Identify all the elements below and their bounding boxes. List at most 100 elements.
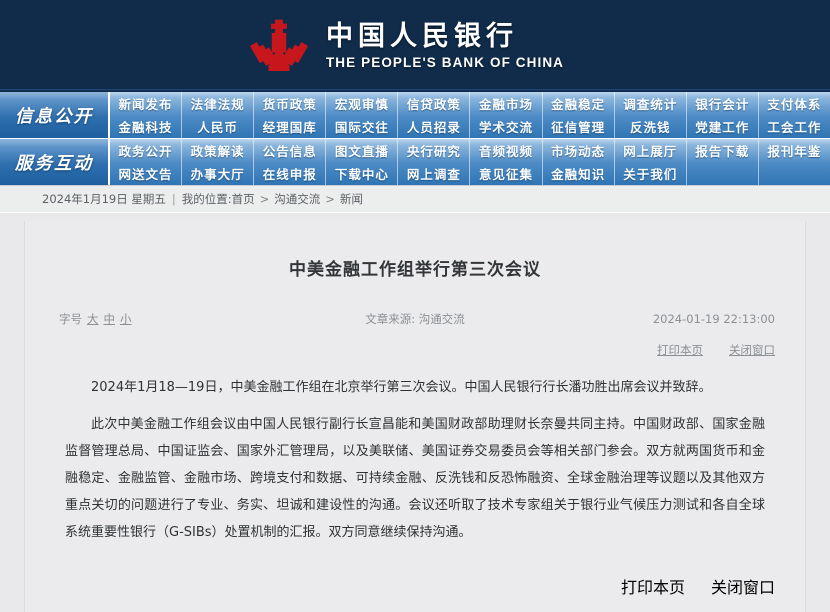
nav-item-financial-market[interactable]: 金融市场: [470, 92, 541, 115]
nav-item-central-bank-research[interactable]: 央行研究: [398, 139, 469, 162]
page-root: 中国人民银行 THE PEOPLE'S BANK OF CHINA 信息公开 新…: [0, 0, 830, 612]
nav-item-treasury-management[interactable]: 经理国库: [254, 115, 325, 138]
site-header: 中国人民银行 THE PEOPLE'S BANK OF CHINA: [0, 0, 830, 92]
nav-item-about-us[interactable]: 关于我们: [615, 162, 686, 185]
pbc-emblem-icon: [249, 19, 308, 72]
nav-item-party-building[interactable]: 党建工作: [687, 115, 758, 138]
nav-item-audio-video[interactable]: 音频视频: [470, 139, 541, 162]
article-source-value: 沟通交流: [418, 312, 465, 326]
nav-item-service-hall[interactable]: 办事大厅: [182, 162, 253, 185]
nav-item-monetary-policy[interactable]: 货币政策: [254, 92, 325, 115]
breadcrumb-divider: |: [171, 192, 176, 206]
nav-item-union-work[interactable]: 工会工作: [759, 115, 830, 138]
nav-item-online-declaration[interactable]: 在线申报: [254, 162, 325, 185]
breadcrumb-date: 2024年1月19日 星期五: [42, 192, 166, 206]
nav-column: 政策解读 办事大厅: [182, 139, 255, 185]
nav-column: 银行会计 党建工作: [687, 92, 759, 138]
article-paragraph: 2024年1月18—19日，中美金融工作组在北京举行第三次会议。中国人民银行行长…: [91, 380, 712, 395]
close-window-link-top[interactable]: 关闭窗口: [729, 342, 775, 358]
article-panel: 中美金融工作组举行第三次会议 字号 大 中 小 文章来源: 沟通交流 2024-…: [24, 221, 806, 612]
nav-column: 宏观审慎 国际交往: [326, 92, 399, 138]
site-logo[interactable]: 中国人民银行 THE PEOPLE'S BANK OF CHINA: [246, 17, 564, 75]
close-window-link-bottom[interactable]: 关闭窗口: [711, 574, 775, 598]
nav-item-credit-reference[interactable]: 征信管理: [543, 115, 614, 138]
breadcrumb-item-news[interactable]: 新闻: [340, 191, 363, 207]
nav-item-recruitment[interactable]: 人员招录: [398, 115, 469, 138]
nav-column: 图文直播 下载中心: [326, 139, 399, 185]
nav-column: 市场动态 金融知识: [543, 139, 615, 185]
nav-group-title-service-interaction[interactable]: 服务互动: [0, 139, 110, 185]
breadcrumb-item-home[interactable]: 首页: [232, 191, 255, 207]
nav-item-market-dynamics[interactable]: 市场动态: [543, 139, 614, 162]
nav-item-announcements[interactable]: 公告信息: [254, 139, 325, 162]
nav-group-service-interaction: 服务互动 政务公开 网送文告 政策解读 办事大厅 公告信息 在线申报 图文直播 …: [0, 139, 830, 186]
nav-item-international-exchange[interactable]: 国际交往: [326, 115, 397, 138]
nav-item-online-survey[interactable]: 网上调查: [398, 162, 469, 185]
nav-item-news-release[interactable]: 新闻发布: [110, 92, 181, 115]
article-source: 文章来源: 沟通交流: [43, 311, 787, 327]
nav-item-anti-money-laundering[interactable]: 反洗钱: [615, 115, 686, 138]
breadcrumb: 2024年1月19日 星期五 | 我的位置: 首页 > 沟通交流 > 新闻: [42, 191, 363, 207]
nav-column: 报刊年鉴: [759, 139, 830, 185]
breadcrumb-separator: >: [325, 192, 335, 206]
breadcrumb-item-communication[interactable]: 沟通交流: [274, 191, 320, 207]
article-source-label: 文章来源:: [365, 312, 416, 326]
nav-item-opinion-collection[interactable]: 意见征集: [470, 162, 541, 185]
nav-item-empty: [759, 162, 830, 185]
header-inner: 中国人民银行 THE PEOPLE'S BANK OF CHINA: [0, 0, 830, 92]
nav-item-financial-stability[interactable]: 金融稳定: [543, 92, 614, 115]
print-page-link-bottom[interactable]: 打印本页: [621, 574, 685, 598]
article-meta: 字号 大 中 小 文章来源: 沟通交流 2024-01-19 22:13:00: [43, 306, 787, 332]
nav-item-macroprudential[interactable]: 宏观审慎: [326, 92, 397, 115]
nav-column: 金融稳定 征信管理: [543, 92, 615, 138]
nav-item-policy-interpretation[interactable]: 政策解读: [182, 139, 253, 162]
nav-columns-service-interaction: 政务公开 网送文告 政策解读 办事大厅 公告信息 在线申报 图文直播 下载中心 …: [110, 139, 830, 185]
nav-item-survey-statistics[interactable]: 调查统计: [615, 92, 686, 115]
article-body: 2024年1月18—19日，中美金融工作组在北京举行第三次会议。中国人民银行行长…: [43, 358, 787, 546]
breadcrumb-separator: >: [259, 192, 270, 206]
nav-item-web-documents[interactable]: 网送文告: [110, 162, 181, 185]
nav-column: 政务公开 网送文告: [110, 139, 183, 185]
nav-item-bank-accounting[interactable]: 银行会计: [687, 92, 758, 115]
main-navigation: 信息公开 新闻发布 金融科技 法律法规 人民币 货币政策 经理国库 宏观审慎 国…: [0, 92, 830, 186]
nav-column: 法律法规 人民币: [182, 92, 255, 138]
nav-item-download-center[interactable]: 下载中心: [326, 162, 397, 185]
nav-item-academic-exchange[interactable]: 学术交流: [470, 115, 541, 138]
nav-columns-information-disclosure: 新闻发布 金融科技 法律法规 人民币 货币政策 经理国库 宏观审慎 国际交往 信…: [110, 92, 830, 138]
nav-item-fintech[interactable]: 金融科技: [110, 115, 181, 138]
nav-item-credit-policy[interactable]: 信贷政策: [398, 92, 469, 115]
nav-item-online-exhibition[interactable]: 网上展厅: [615, 139, 686, 162]
nav-column: 新闻发布 金融科技: [110, 92, 183, 138]
nav-item-live-broadcast[interactable]: 图文直播: [326, 139, 397, 162]
article-paragraph: 此次中美金融工作组会议由中国人民银行副行长宣昌能和美国财政部助理财长奈曼共同主持…: [65, 417, 765, 540]
nav-column: 支付体系 工会工作: [759, 92, 830, 138]
bank-name-cn: 中国人民银行: [325, 20, 518, 52]
nav-column: 网上展厅 关于我们: [615, 139, 687, 185]
print-page-link-top[interactable]: 打印本页: [657, 342, 703, 358]
breadcrumb-bar: 2024年1月19日 星期五 | 我的位置: 首页 > 沟通交流 > 新闻: [0, 186, 830, 213]
nav-item-laws-regulations[interactable]: 法律法规: [182, 92, 253, 115]
bank-name-en: THE PEOPLE'S BANK OF CHINA: [325, 55, 565, 71]
article-tools-top: 打印本页 关闭窗口: [43, 332, 787, 358]
nav-column: 报告下载: [687, 139, 759, 185]
nav-item-periodicals-yearbook[interactable]: 报刊年鉴: [759, 139, 830, 162]
logo-text: 中国人民银行 THE PEOPLE'S BANK OF CHINA: [325, 20, 565, 71]
nav-item-government-affairs[interactable]: 政务公开: [110, 139, 181, 162]
nav-column: 金融市场 学术交流: [470, 92, 543, 138]
nav-item-report-download[interactable]: 报告下载: [687, 139, 758, 162]
nav-column: 调查统计 反洗钱: [615, 92, 687, 138]
nav-item-empty: [687, 162, 758, 185]
nav-column: 信贷政策 人员招录: [398, 92, 471, 138]
nav-column: 公告信息 在线申报: [254, 139, 327, 185]
nav-item-financial-knowledge[interactable]: 金融知识: [543, 162, 614, 185]
nav-item-rmb[interactable]: 人民币: [182, 115, 253, 138]
content-shell: 中美金融工作组举行第三次会议 字号 大 中 小 文章来源: 沟通交流 2024-…: [0, 213, 830, 612]
nav-group-information-disclosure: 信息公开 新闻发布 金融科技 法律法规 人民币 货币政策 经理国库 宏观审慎 国…: [0, 92, 830, 139]
page-title: 中美金融工作组举行第三次会议: [289, 260, 541, 280]
nav-column: 货币政策 经理国库: [254, 92, 327, 138]
nav-group-title-information-disclosure[interactable]: 信息公开: [0, 92, 110, 138]
nav-column: 音频视频 意见征集: [470, 139, 543, 185]
breadcrumb-label: 我的位置:: [181, 192, 232, 206]
article-tools-bottom: 打印本页 关闭窗口: [43, 556, 787, 612]
nav-item-payment-system[interactable]: 支付体系: [759, 92, 830, 115]
